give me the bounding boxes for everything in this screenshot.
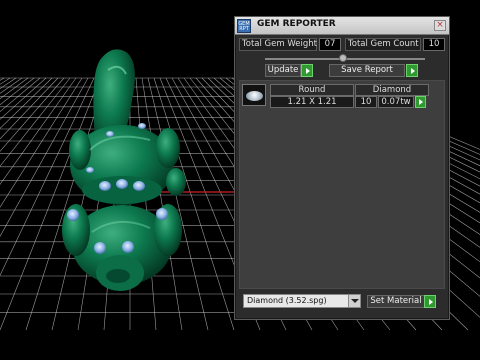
total-gem-count-label: Total Gem Count (345, 38, 421, 51)
gem-type-header: Diamond (355, 84, 429, 96)
title-bar[interactable]: GEM RPT GEM REPORTER × (235, 17, 449, 35)
update-button[interactable]: Update (265, 64, 301, 77)
gem-list: Round Diamond 1.21 X 1.21 10 0.07tw (239, 80, 445, 289)
material-dropdown[interactable]: Diamond (3.52.spg) (243, 294, 361, 308)
gem-thumbnail[interactable] (242, 84, 266, 106)
material-selected-value: Diamond (3.52.spg) (247, 296, 327, 305)
gem-count-cell: 10 (355, 96, 377, 108)
dropdown-arrow-icon[interactable] (348, 295, 360, 307)
gem-weight-cell: 0.07tw (378, 96, 414, 108)
play-arrow-icon[interactable] (424, 295, 436, 308)
slider-thumb[interactable] (339, 54, 347, 62)
gem-shape-header: Round (270, 84, 354, 96)
set-material-button[interactable]: Set Material (367, 295, 425, 308)
total-gem-weight-label: Total Gem Weight (239, 38, 317, 51)
gem-reporter-panel: GEM RPT GEM REPORTER × Total Gem Weight … (234, 16, 450, 320)
play-arrow-icon[interactable] (406, 64, 418, 77)
app-icon: GEM RPT (237, 19, 251, 33)
close-icon[interactable]: × (434, 20, 446, 31)
total-gem-weight-value: 07 (319, 38, 341, 51)
play-arrow-icon[interactable] (415, 96, 426, 108)
gem-size-cell: 1.21 X 1.21 (270, 96, 354, 108)
app-icon-label: GEM RPT (238, 21, 250, 32)
window-title: GEM REPORTER (257, 19, 336, 29)
total-gem-count-value: 10 (423, 38, 445, 51)
save-report-button[interactable]: Save Report (329, 64, 405, 77)
play-arrow-icon[interactable] (301, 64, 313, 77)
